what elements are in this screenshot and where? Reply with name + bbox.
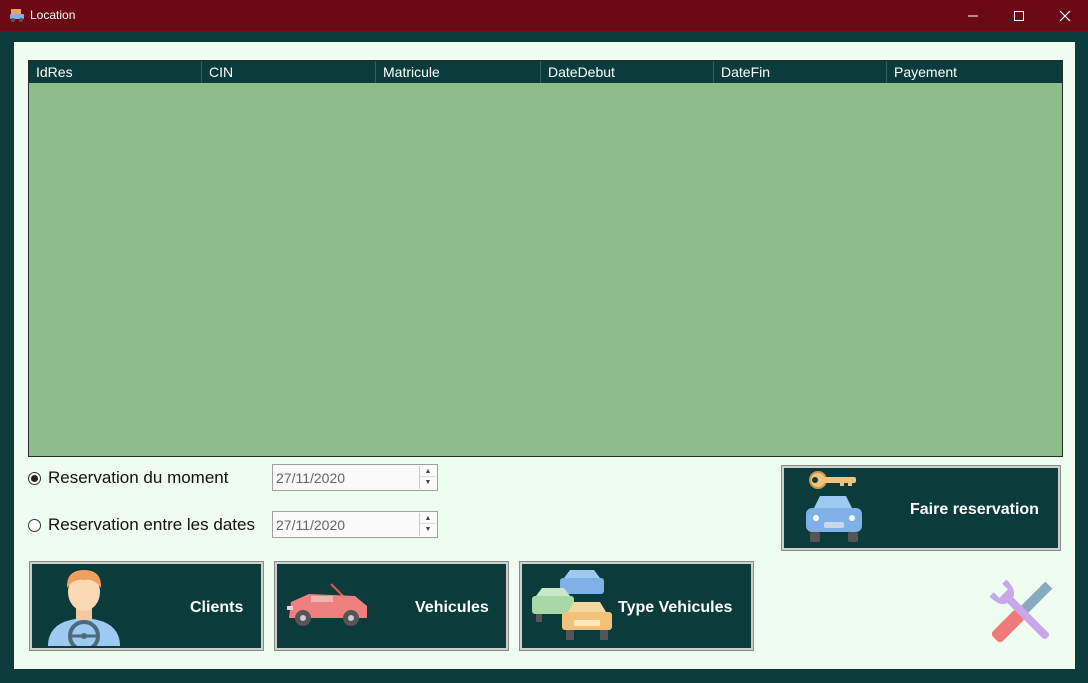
window-title: Location xyxy=(30,8,76,22)
date-picker-dates[interactable]: 27/11/2020 ▲ ▼ xyxy=(272,511,438,538)
column-header-cin[interactable]: CIN xyxy=(202,61,376,83)
car-key-icon xyxy=(806,471,862,542)
app-icon xyxy=(10,9,24,22)
settings-tools-icon[interactable] xyxy=(980,570,1064,654)
column-header-datefin[interactable]: DateFin xyxy=(714,61,887,83)
faire-reservation-label: Faire reservation xyxy=(910,501,1039,518)
column-header-matricule[interactable]: Matricule xyxy=(376,61,541,83)
column-header-idres[interactable]: IdRes xyxy=(29,61,202,83)
date-value-dates: 27/11/2020 xyxy=(276,517,346,533)
spin-up-icon[interactable]: ▲ xyxy=(420,513,436,524)
grid-header: IdRes CIN Matricule DateDebut DateFin Pa… xyxy=(29,61,1062,83)
convertible-car-icon xyxy=(287,583,367,626)
column-header-datedebut[interactable]: DateDebut xyxy=(541,61,714,83)
date-spinner-dates[interactable]: ▲ ▼ xyxy=(419,513,436,536)
date-spinner-moment[interactable]: ▲ ▼ xyxy=(419,466,436,489)
column-header-payement[interactable]: Payement xyxy=(887,61,1062,83)
radio-button-dates[interactable] xyxy=(28,518,41,532)
maximize-button[interactable] xyxy=(996,0,1042,31)
reservations-grid[interactable]: IdRes CIN Matricule DateDebut DateFin Pa… xyxy=(28,60,1063,457)
close-icon xyxy=(1059,10,1071,21)
date-value-moment: 27/11/2020 xyxy=(276,470,346,486)
driver-icon xyxy=(48,570,120,646)
client-area: IdRes CIN Matricule DateDebut DateFin Pa… xyxy=(14,42,1075,669)
close-button[interactable] xyxy=(1042,0,1088,31)
radio-reservation-dates[interactable]: Reservation entre les dates xyxy=(28,515,255,535)
radio-button-moment[interactable] xyxy=(28,471,41,485)
car-back xyxy=(560,570,604,594)
type-vehicules-label: Type Vehicules xyxy=(618,599,733,616)
radio-label-dates: Reservation entre les dates xyxy=(48,515,255,534)
cars-icon xyxy=(532,570,612,640)
faire-reservation-button[interactable]: Faire reservation xyxy=(781,465,1061,551)
date-picker-moment[interactable]: 27/11/2020 ▲ ▼ xyxy=(272,464,438,491)
app-window: Location IdRes CIN Matricule DateDebut D… xyxy=(0,0,1088,683)
type-vehicules-button[interactable]: Type Vehicules xyxy=(519,561,754,651)
clients-button[interactable]: Clients xyxy=(29,561,264,651)
maximize-icon xyxy=(1014,10,1024,21)
title-bar[interactable]: Location xyxy=(0,0,1088,31)
spin-up-icon[interactable]: ▲ xyxy=(420,466,436,477)
radio-label-moment: Reservation du moment xyxy=(48,468,229,487)
vehicules-button[interactable]: Vehicules xyxy=(274,561,509,651)
radio-reservation-moment[interactable]: Reservation du moment xyxy=(28,468,228,488)
spin-down-icon[interactable]: ▼ xyxy=(420,477,436,488)
minimize-icon xyxy=(968,15,978,16)
vehicules-label: Vehicules xyxy=(415,599,489,616)
spin-down-icon[interactable]: ▼ xyxy=(420,524,436,535)
clients-label: Clients xyxy=(190,599,244,616)
minimize-button[interactable] xyxy=(950,0,996,31)
